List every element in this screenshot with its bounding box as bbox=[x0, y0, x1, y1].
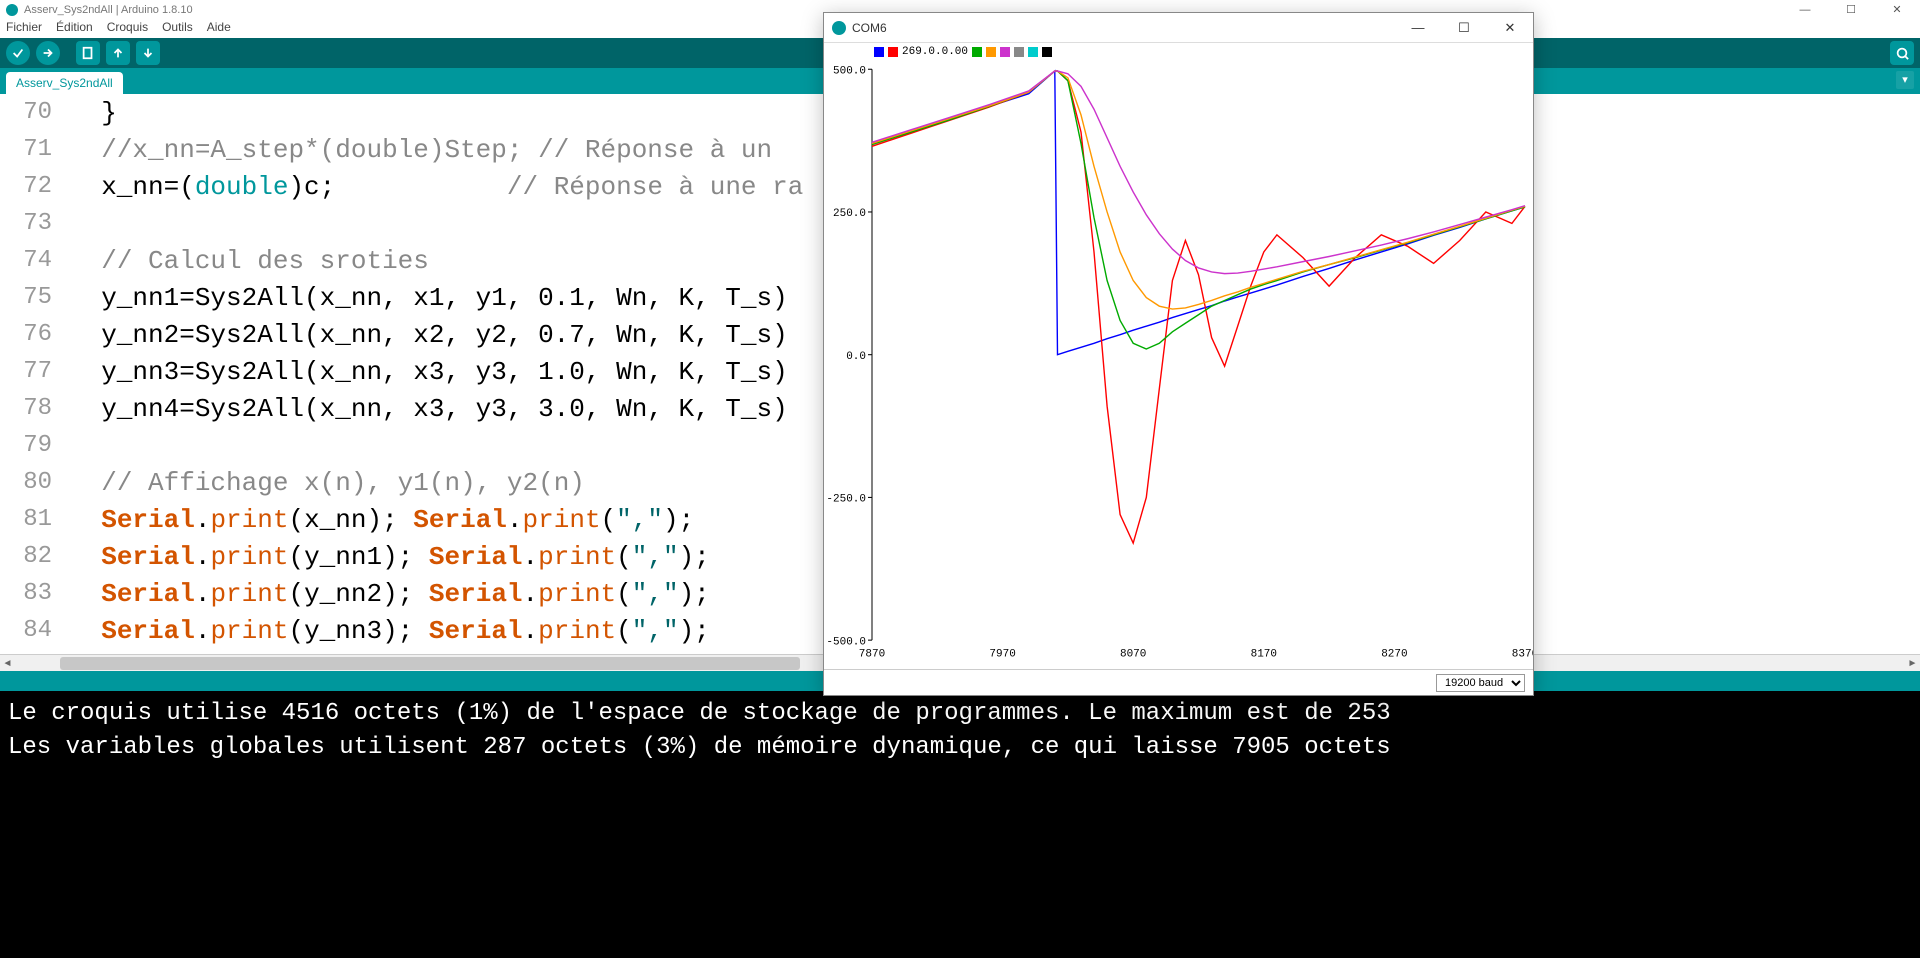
legend-swatch bbox=[1000, 47, 1010, 57]
svg-text:8170: 8170 bbox=[1251, 649, 1278, 661]
legend-swatch bbox=[1028, 47, 1038, 57]
line-number: 83 bbox=[0, 580, 70, 607]
open-sketch-button[interactable] bbox=[106, 41, 130, 65]
code-text: Serial.print(x_nn); Serial.print(","); bbox=[70, 505, 694, 535]
baud-rate-select[interactable]: 19200 baud bbox=[1436, 674, 1525, 692]
plotter-maximize-button[interactable]: ☐ bbox=[1441, 13, 1487, 43]
plotter-minimize-button[interactable]: — bbox=[1395, 13, 1441, 43]
menu-help[interactable]: Aide bbox=[207, 20, 231, 38]
svg-text:8370: 8370 bbox=[1512, 649, 1533, 661]
legend-swatch bbox=[1042, 47, 1052, 57]
legend-swatch bbox=[972, 47, 982, 57]
arduino-logo-icon bbox=[832, 21, 846, 35]
line-number: 76 bbox=[0, 321, 70, 348]
line-number: 79 bbox=[0, 432, 70, 459]
new-sketch-button[interactable] bbox=[76, 41, 100, 65]
ide-maximize-button[interactable]: ☐ bbox=[1828, 0, 1874, 20]
code-text: } bbox=[70, 98, 117, 128]
ide-title: Asserv_Sys2ndAll | Arduino 1.8.10 bbox=[24, 4, 193, 16]
verify-button[interactable] bbox=[6, 41, 30, 65]
ide-close-button[interactable]: ✕ bbox=[1874, 0, 1920, 20]
code-text: x_nn=(double)c; // Réponse à une ra bbox=[70, 172, 803, 202]
svg-text:8270: 8270 bbox=[1381, 649, 1408, 661]
series-zeta3.0 bbox=[872, 71, 1525, 274]
plotter-chart-area: -500.0 -250.0 0.0 250.0 500.0 7870 7970 8070 817… bbox=[824, 61, 1533, 669]
code-text: y_nn1=Sys2All(x_nn, x1, y1, 0.1, Wn, K, … bbox=[70, 283, 788, 313]
line-number: 78 bbox=[0, 395, 70, 422]
plotter-titlebar[interactable]: COM6 — ☐ ✕ bbox=[824, 13, 1533, 43]
line-number: 84 bbox=[0, 617, 70, 644]
code-text: Serial.print(y_nn1); Serial.print(","); bbox=[70, 542, 710, 572]
line-number: 70 bbox=[0, 99, 70, 126]
line-number: 80 bbox=[0, 469, 70, 496]
svg-text:500.0: 500.0 bbox=[833, 65, 866, 77]
menu-edit[interactable]: Édition bbox=[56, 20, 93, 38]
line-number: 71 bbox=[0, 136, 70, 163]
code-text: Serial.print(y_nn2); Serial.print(","); bbox=[70, 579, 710, 609]
plotter-window-controls: — ☐ ✕ bbox=[1395, 13, 1533, 43]
line-number: 72 bbox=[0, 173, 70, 200]
line-number: 75 bbox=[0, 284, 70, 311]
sketch-tab[interactable]: Asserv_Sys2ndAll bbox=[6, 72, 123, 94]
menu-sketch[interactable]: Croquis bbox=[107, 20, 148, 38]
line-number: 73 bbox=[0, 210, 70, 237]
code-text: //x_nn=A_step*(double)Step; // Réponse à… bbox=[70, 135, 788, 165]
svg-text:-250.0: -250.0 bbox=[826, 493, 866, 505]
svg-text:7870: 7870 bbox=[859, 649, 886, 661]
legend-swatch bbox=[888, 47, 898, 57]
svg-text:7970: 7970 bbox=[989, 649, 1016, 661]
scroll-left-icon[interactable]: ◄ bbox=[0, 656, 15, 671]
line-number: 77 bbox=[0, 358, 70, 385]
svg-text:250.0: 250.0 bbox=[833, 208, 866, 220]
code-text: // Calcul des sroties bbox=[70, 246, 429, 276]
code-text: y_nn4=Sys2All(x_nn, x3, y3, 3.0, Wn, K, … bbox=[70, 394, 788, 424]
legend-swatch bbox=[1014, 47, 1024, 57]
series-zeta0.1 bbox=[872, 71, 1525, 543]
code-text bbox=[70, 431, 86, 461]
code-text: y_nn3=Sys2All(x_nn, x3, y3, 1.0, Wn, K, … bbox=[70, 357, 788, 387]
line-number: 81 bbox=[0, 506, 70, 533]
line-number: 82 bbox=[0, 543, 70, 570]
code-text: Serial.print(y_nn3); Serial.print(","); bbox=[70, 616, 710, 646]
tab-more-button[interactable]: ▾ bbox=[1896, 71, 1914, 89]
save-sketch-button[interactable] bbox=[136, 41, 160, 65]
ide-minimize-button[interactable]: — bbox=[1782, 0, 1828, 20]
plotter-chart-svg: -500.0 -250.0 0.0 250.0 500.0 7870 7970 8070 817… bbox=[824, 61, 1533, 669]
code-text: // Affichage x(n), y1(n), y2(n) bbox=[70, 468, 585, 498]
svg-text:8070: 8070 bbox=[1120, 649, 1147, 661]
code-text: y_nn2=Sys2All(x_nn, x2, y2, 0.7, Wn, K, … bbox=[70, 320, 788, 350]
plotter-legend: 269.0.0.00 bbox=[824, 43, 1533, 61]
serial-monitor-button[interactable] bbox=[1890, 41, 1914, 65]
scroll-right-icon[interactable]: ► bbox=[1905, 656, 1920, 671]
legend-swatch bbox=[986, 47, 996, 57]
build-output-console[interactable]: Le croquis utilise 4516 octets (1%) de l… bbox=[0, 691, 1920, 958]
code-text bbox=[70, 209, 86, 239]
line-number: 74 bbox=[0, 247, 70, 274]
svg-text:-500.0: -500.0 bbox=[826, 636, 866, 648]
plotter-title: COM6 bbox=[852, 21, 887, 35]
ide-window-controls: — ☐ ✕ bbox=[1782, 0, 1920, 20]
arduino-logo-icon bbox=[6, 4, 18, 16]
serial-plotter-window: COM6 — ☐ ✕ 269.0.0.00 -500.0 -250.0 0.0 250… bbox=[823, 12, 1534, 696]
svg-text:0.0: 0.0 bbox=[846, 351, 866, 363]
menu-file[interactable]: Fichier bbox=[6, 20, 42, 38]
menu-tools[interactable]: Outils bbox=[162, 20, 193, 38]
scroll-thumb[interactable] bbox=[60, 657, 800, 670]
legend-value: 269.0.0.00 bbox=[902, 46, 968, 58]
plotter-footer: 19200 baud bbox=[824, 669, 1533, 695]
plotter-close-button[interactable]: ✕ bbox=[1487, 13, 1533, 43]
upload-button[interactable] bbox=[36, 41, 60, 65]
legend-swatch bbox=[874, 47, 884, 57]
